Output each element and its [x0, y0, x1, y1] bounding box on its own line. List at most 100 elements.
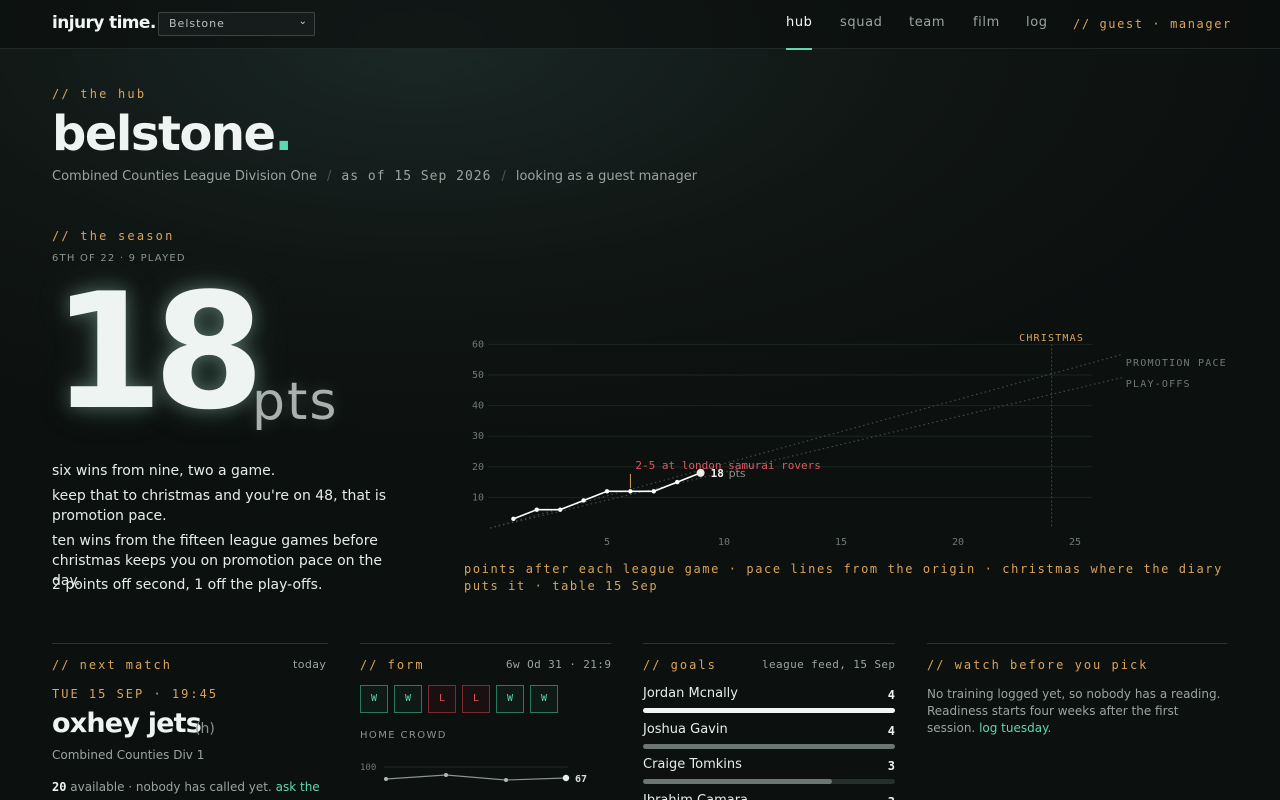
y-tick-label: 60 — [472, 339, 484, 350]
form-result-loss[interactable]: L — [428, 685, 456, 713]
next-match-eyebrow: // next match — [52, 658, 172, 672]
league-name: Combined Counties League Division One — [52, 169, 318, 184]
watch-text: No training logged yet, so nobody has a … — [927, 687, 1221, 735]
form-summary: 6w Od 31 · 21:9 — [506, 658, 612, 671]
log-tuesday-link[interactable]: log tuesday — [979, 721, 1047, 735]
ask-squad-link[interactable]: ask the — [276, 780, 320, 794]
scorer-goals: 4 — [887, 688, 895, 702]
home-crowd-label: HOME CROWD — [360, 730, 447, 741]
end-value-label: 18 — [711, 467, 724, 480]
x-tick-label: 15 — [835, 537, 847, 548]
guest-manager-label[interactable]: // guest · manager — [1073, 17, 1232, 31]
points-total: 18 — [52, 258, 265, 445]
scorer-bar-fill — [643, 779, 832, 784]
form-result-loss[interactable]: L — [462, 685, 490, 713]
points-unit: pts — [252, 372, 339, 432]
crowd-axis-label: 100 — [360, 763, 376, 773]
nav-film[interactable]: film — [973, 15, 1000, 30]
page-title-dot: . — [274, 106, 293, 162]
nav-squad[interactable]: squad — [840, 15, 882, 30]
available-count: 20 — [52, 780, 67, 794]
season-line: keep that to christmas and you're on 48,… — [52, 488, 387, 524]
pace-line-label: PROMOTION PACE — [1126, 358, 1227, 369]
card-divider — [360, 643, 611, 644]
form-result-win[interactable]: W — [496, 685, 524, 713]
season-line: six wins from nine, two a game. — [52, 463, 276, 479]
crowd-point — [444, 773, 448, 777]
card-divider — [643, 643, 895, 644]
subline-separator: / — [501, 169, 506, 184]
crowd-point — [562, 774, 570, 782]
goals-feed-date: league feed, 15 Sep — [762, 658, 896, 671]
competition-name: Combined Counties Div 1 — [52, 748, 205, 762]
data-point — [511, 516, 516, 522]
opponent-name[interactable]: oxhey jets — [52, 708, 202, 739]
data-point — [651, 489, 656, 494]
subline-separator: / — [327, 169, 332, 184]
nav-team[interactable]: team — [909, 15, 945, 30]
crowd-line — [385, 774, 567, 781]
form-result-win[interactable]: W — [530, 685, 558, 713]
scorer-name[interactable]: Jordan Mcnally — [643, 686, 738, 701]
crowd-point — [504, 778, 508, 782]
top-nav-bar: injury time. Belstone ⌄ hub squad team f… — [0, 0, 1280, 50]
y-tick-label: 40 — [472, 401, 484, 412]
goals-eyebrow: // goals — [643, 658, 717, 672]
chart-caption: points after each league game · pace lin… — [464, 562, 1223, 593]
nav-log[interactable]: log — [1026, 15, 1048, 30]
hub-subline: Combined Counties League Division One / as… — [52, 169, 697, 184]
card-divider — [52, 643, 328, 644]
y-tick-label: 10 — [472, 492, 484, 503]
scorer-name[interactable]: Ibrahim Camara — [643, 793, 748, 800]
scorer-bar-track — [643, 779, 895, 784]
team-select[interactable]: Belstone ⌄ — [158, 12, 315, 36]
form-eyebrow: // form — [360, 658, 425, 672]
pace-line — [489, 377, 1122, 529]
scorer-bar-track — [643, 743, 895, 749]
card-divider — [927, 643, 1227, 644]
data-point — [604, 489, 610, 494]
crowd-point — [384, 777, 388, 781]
christmas-marker-label: CHRISTMAS — [1019, 333, 1084, 344]
pace-line-label: PLAY-OFFS — [1126, 379, 1191, 390]
data-point — [558, 507, 563, 512]
team-select-value: Belstone — [169, 17, 225, 30]
hub-eyebrow: // the hub — [52, 87, 147, 101]
season-line: 2 points off second, 1 off the play-offs… — [52, 577, 323, 593]
nav-hub[interactable]: hub — [786, 15, 813, 30]
watch-eyebrow: // watch before you pick — [927, 658, 1149, 672]
x-tick-label: 25 — [1069, 537, 1081, 548]
x-tick-label: 20 — [952, 537, 964, 548]
data-point — [675, 479, 680, 485]
app-logo[interactable]: injury time. — [52, 13, 156, 33]
venue-tag: (h) — [195, 721, 215, 737]
logo-text: injury time — [52, 13, 150, 33]
form-result-win[interactable]: W — [394, 685, 422, 713]
viewer-note: looking as a guest manager — [515, 169, 698, 184]
next-match-when: today — [293, 658, 327, 671]
match-datetime: TUE 15 SEP · 19:45 — [52, 687, 219, 701]
logo-dot: . — [149, 13, 156, 33]
y-tick-label: 20 — [472, 462, 484, 473]
chevron-down-icon: ⌄ — [298, 16, 308, 27]
scorer-goals: 3 — [887, 759, 895, 773]
data-point — [628, 489, 633, 494]
crowd-last-value: 67 — [575, 774, 587, 785]
scorer-name[interactable]: Craige Tomkins — [643, 757, 742, 772]
as-of-date: as of 15 Sep 2026 — [341, 169, 492, 184]
watch-note: No training logged yet, so nobody has a … — [927, 686, 1227, 737]
watch-text-tail: . — [1047, 721, 1052, 735]
points-chart: 10 20 30 40 50 60 5 10 15 20 25 CHRISTMAS PROMOTION … — [472, 333, 1227, 548]
season-eyebrow: // the season — [52, 229, 175, 243]
x-tick-label: 5 — [604, 537, 610, 548]
home-crowd-sparkline: 100 67 — [360, 763, 587, 785]
y-tick-label: 30 — [472, 431, 484, 442]
form-result-win[interactable]: W — [360, 685, 388, 713]
available-text: available · nobody has called yet. — [70, 780, 272, 794]
data-point — [534, 507, 539, 512]
scorer-bar-fill — [643, 708, 895, 713]
scorer-goals: 3 — [860, 795, 895, 800]
scorer-name[interactable]: Joshua Gavin — [643, 722, 728, 737]
points-line — [513, 472, 701, 520]
x-tick-label: 10 — [718, 537, 730, 548]
